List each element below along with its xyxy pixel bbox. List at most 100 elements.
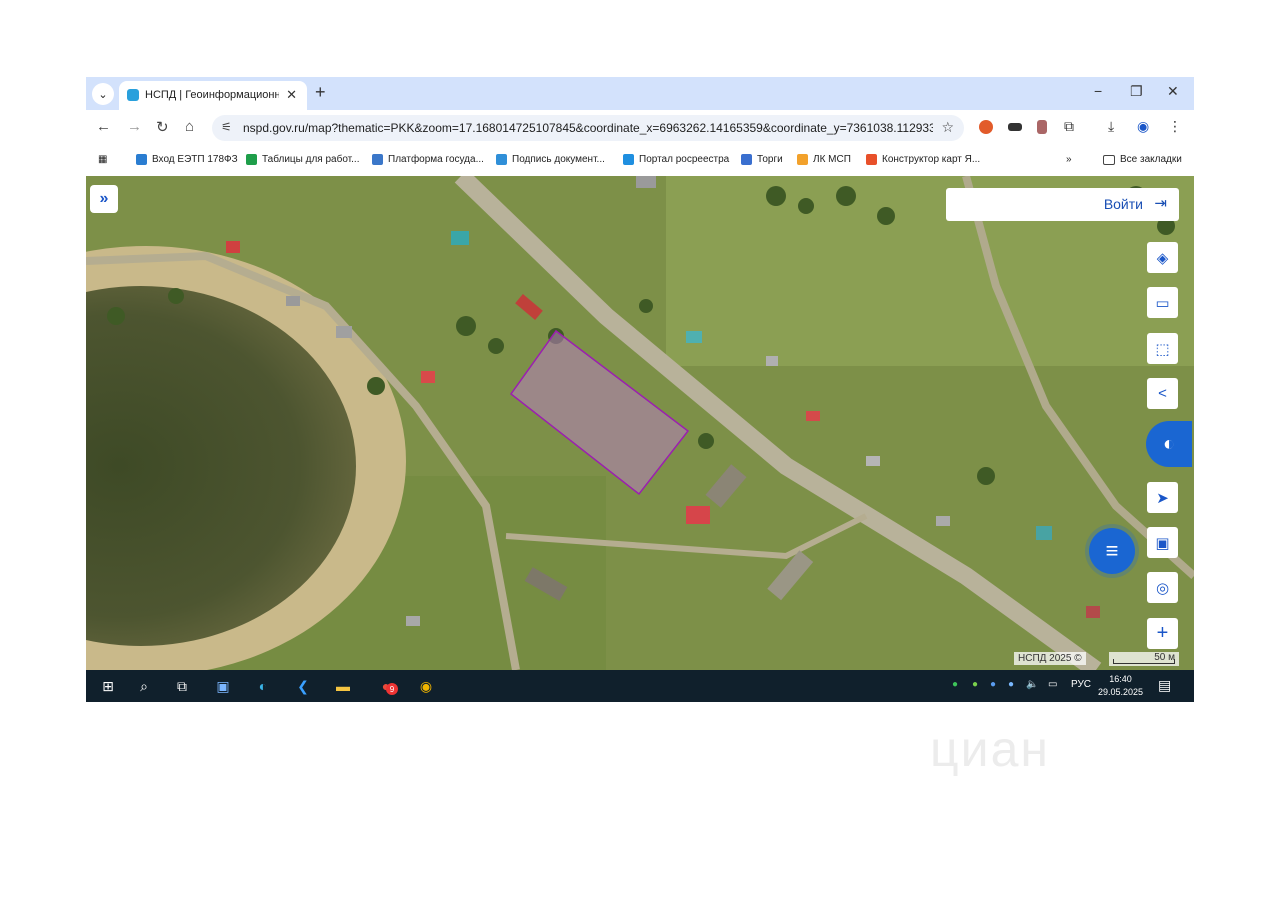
forward-icon[interactable]: → [127,118,142,135]
back-icon[interactable]: ← [96,118,111,135]
vscode-icon[interactable]: ❮ [292,676,314,696]
all-bookmarks[interactable]: Все закладки [1103,154,1182,165]
downloads-icon[interactable]: ⤓ [1108,118,1114,135]
all-bookmarks-label: Все закладки [1120,154,1182,165]
site-info-icon[interactable]: ⚟ [221,120,232,134]
restore-icon[interactable]: ❐ [1130,83,1143,100]
clock-date: 29.05.2025 [1098,687,1144,697]
minimap-icon: ▣ [1155,534,1170,552]
windows-taskbar: ⊞ ⌕ ⧉ ▣ ◐ ❮ ▬ ● 9 ◉ ● ● ● ● 🔈 ▭ РУС 16:4… [86,670,1194,702]
edge-browser-icon[interactable]: ◐ [252,676,274,696]
login-button[interactable]: Войти ⇥ [946,188,1179,221]
tab-title: НСПД | Геоинформационный [145,89,279,101]
file-explorer-icon[interactable]: ▬ [332,676,354,696]
scale-bar: 50 м [1109,652,1179,666]
search-icon[interactable]: ⌕ [134,676,154,696]
tab-strip: ⌄ НСПД | Геоинформационный ✕ + − ❐ ✕ [86,77,1194,110]
bookmark-favicon-icon [741,154,752,165]
share-icon: < [1158,385,1167,402]
tab-nspd[interactable]: НСПД | Геоинформационный ✕ [119,81,307,110]
new-tab-icon[interactable]: + [315,82,326,103]
bookmark-favicon-icon [372,154,383,165]
bookmark-label: Торги [757,154,783,165]
bookmark-item[interactable]: Вход ЕЭТП 178ФЗ [136,154,238,165]
tray-app-icon[interactable]: ● [952,679,958,690]
language-indicator[interactable]: РУС [1071,679,1091,690]
tray-app-icon[interactable]: ● [972,679,978,690]
geolocation-button[interactable]: ◎ [1147,572,1178,603]
browser-toolbar: ← → ↻ ⌂ ⚟ nspd.gov.ru/map?thematic=PKK&z… [86,110,1194,145]
zoom-in-button[interactable]: + [1147,618,1178,649]
save-disk-icon[interactable]: ▣ [212,676,234,696]
home-icon[interactable]: ⌂ [185,118,194,135]
extension-avatar-icon[interactable] [979,120,993,134]
bookmark-item[interactable]: Торги [741,154,783,165]
bookmarks-bar: ▦ Вход ЕЭТП 178ФЗ Таблицы для работ... П… [86,145,1194,177]
close-window-icon[interactable]: ✕ [1167,83,1179,100]
map-attribution: НСПД 2025 © [1014,652,1086,665]
tray-app-icon[interactable]: ● [990,679,996,690]
tab-search-button[interactable]: ⌄ [92,83,114,105]
scale-bar-line [1113,659,1175,664]
chat-button[interactable]: ≡ [1089,528,1135,574]
address-bar[interactable]: ⚟ nspd.gov.ru/map?thematic=PKK&zoom=17.1… [212,115,964,141]
network-icon[interactable]: ▭ [1048,679,1057,690]
bookmark-favicon-icon [866,154,877,165]
share-button[interactable]: < [1147,378,1178,409]
task-view-icon[interactable]: ⧉ [172,676,192,696]
area-search-button[interactable]: ⬚ [1147,333,1178,364]
bookmark-item[interactable]: Портал росреестра [623,154,729,165]
tray-app-icon[interactable]: ● [1008,679,1014,690]
nspd-service-button[interactable]: ◐ [1146,421,1192,467]
cian-watermark: циан [930,721,1050,777]
navigation-arrow-icon: ➤ [1156,489,1169,507]
bookmark-label: Подпись документ... [512,154,605,165]
system-clock[interactable]: 16:40 29.05.2025 [1098,673,1143,699]
measure-button[interactable]: ▭ [1147,287,1178,318]
plus-icon: + [1156,622,1169,644]
login-arrow-icon: ⇥ [1154,195,1167,212]
browser-window: ⌄ НСПД | Геоинформационный ✕ + − ❐ ✕ ← →… [86,77,1194,702]
bookmark-item[interactable]: ЛК МСП [797,154,851,165]
extensions-puzzle-icon[interactable]: ⧉ [1064,118,1074,135]
profile-icon[interactable]: ◉ [1137,118,1149,135]
apps-grid-icon[interactable]: ▦ [98,154,107,165]
bookmark-label: Конструктор карт Я... [882,154,981,165]
nspd-favicon-icon [127,89,139,101]
bookmark-item[interactable]: Подпись документ... [496,154,605,165]
expand-sidebar-button[interactable]: » [90,185,118,213]
extension-glasses-icon[interactable] [1008,123,1022,131]
bookmark-favicon-icon [246,154,257,165]
map-view[interactable]: » Войти ⇥ ◈ ▭ ⬚ < ◐ ➤ ▣ ◎ + ≡ НСПД 2025 … [86,176,1194,670]
bookmark-item[interactable]: Таблицы для работ... [246,154,359,165]
reload-icon[interactable]: ↻ [156,118,169,136]
geolocation-icon: ◎ [1155,579,1170,597]
locate-button[interactable]: ➤ [1147,482,1178,513]
nspd-logo-icon: ◐ [1162,432,1176,455]
windows-start-icon[interactable]: ⊞ [98,676,118,696]
url-text[interactable]: nspd.gov.ru/map?thematic=PKK&zoom=17.168… [243,121,933,135]
bookmarks-more-icon[interactable]: » [1066,154,1072,165]
bookmark-star-icon[interactable]: ☆ [941,119,954,136]
bookmark-favicon-icon [136,154,147,165]
extension-shield-icon[interactable] [1037,120,1047,134]
bookmark-label: Вход ЕЭТП 178ФЗ [152,154,238,165]
bookmark-favicon-icon [623,154,634,165]
bookmark-item[interactable]: Конструктор карт Я... [866,154,980,165]
area-search-icon: ⬚ [1155,340,1170,358]
bookmark-item[interactable]: Платформа госуда... [372,154,484,165]
chat-icon: ≡ [1105,538,1119,563]
bookmark-label: Таблицы для работ... [262,154,360,165]
menu-kebab-icon[interactable]: ⋮ [1168,118,1182,135]
bookmark-label: ЛК МСП [813,154,851,165]
close-tab-icon[interactable]: ✕ [286,87,297,103]
action-center-icon[interactable]: ▤ [1158,677,1171,694]
layers-icon: ◈ [1156,249,1169,267]
minimize-icon[interactable]: − [1094,83,1102,99]
ruler-icon: ▭ [1155,294,1170,312]
layers-button[interactable]: ◈ [1147,242,1178,273]
minimap-button[interactable]: ▣ [1147,527,1178,558]
volume-icon[interactable]: 🔈 [1026,679,1038,690]
satellite-imagery [86,176,1194,670]
chrome-icon[interactable]: ◉ [414,676,438,696]
